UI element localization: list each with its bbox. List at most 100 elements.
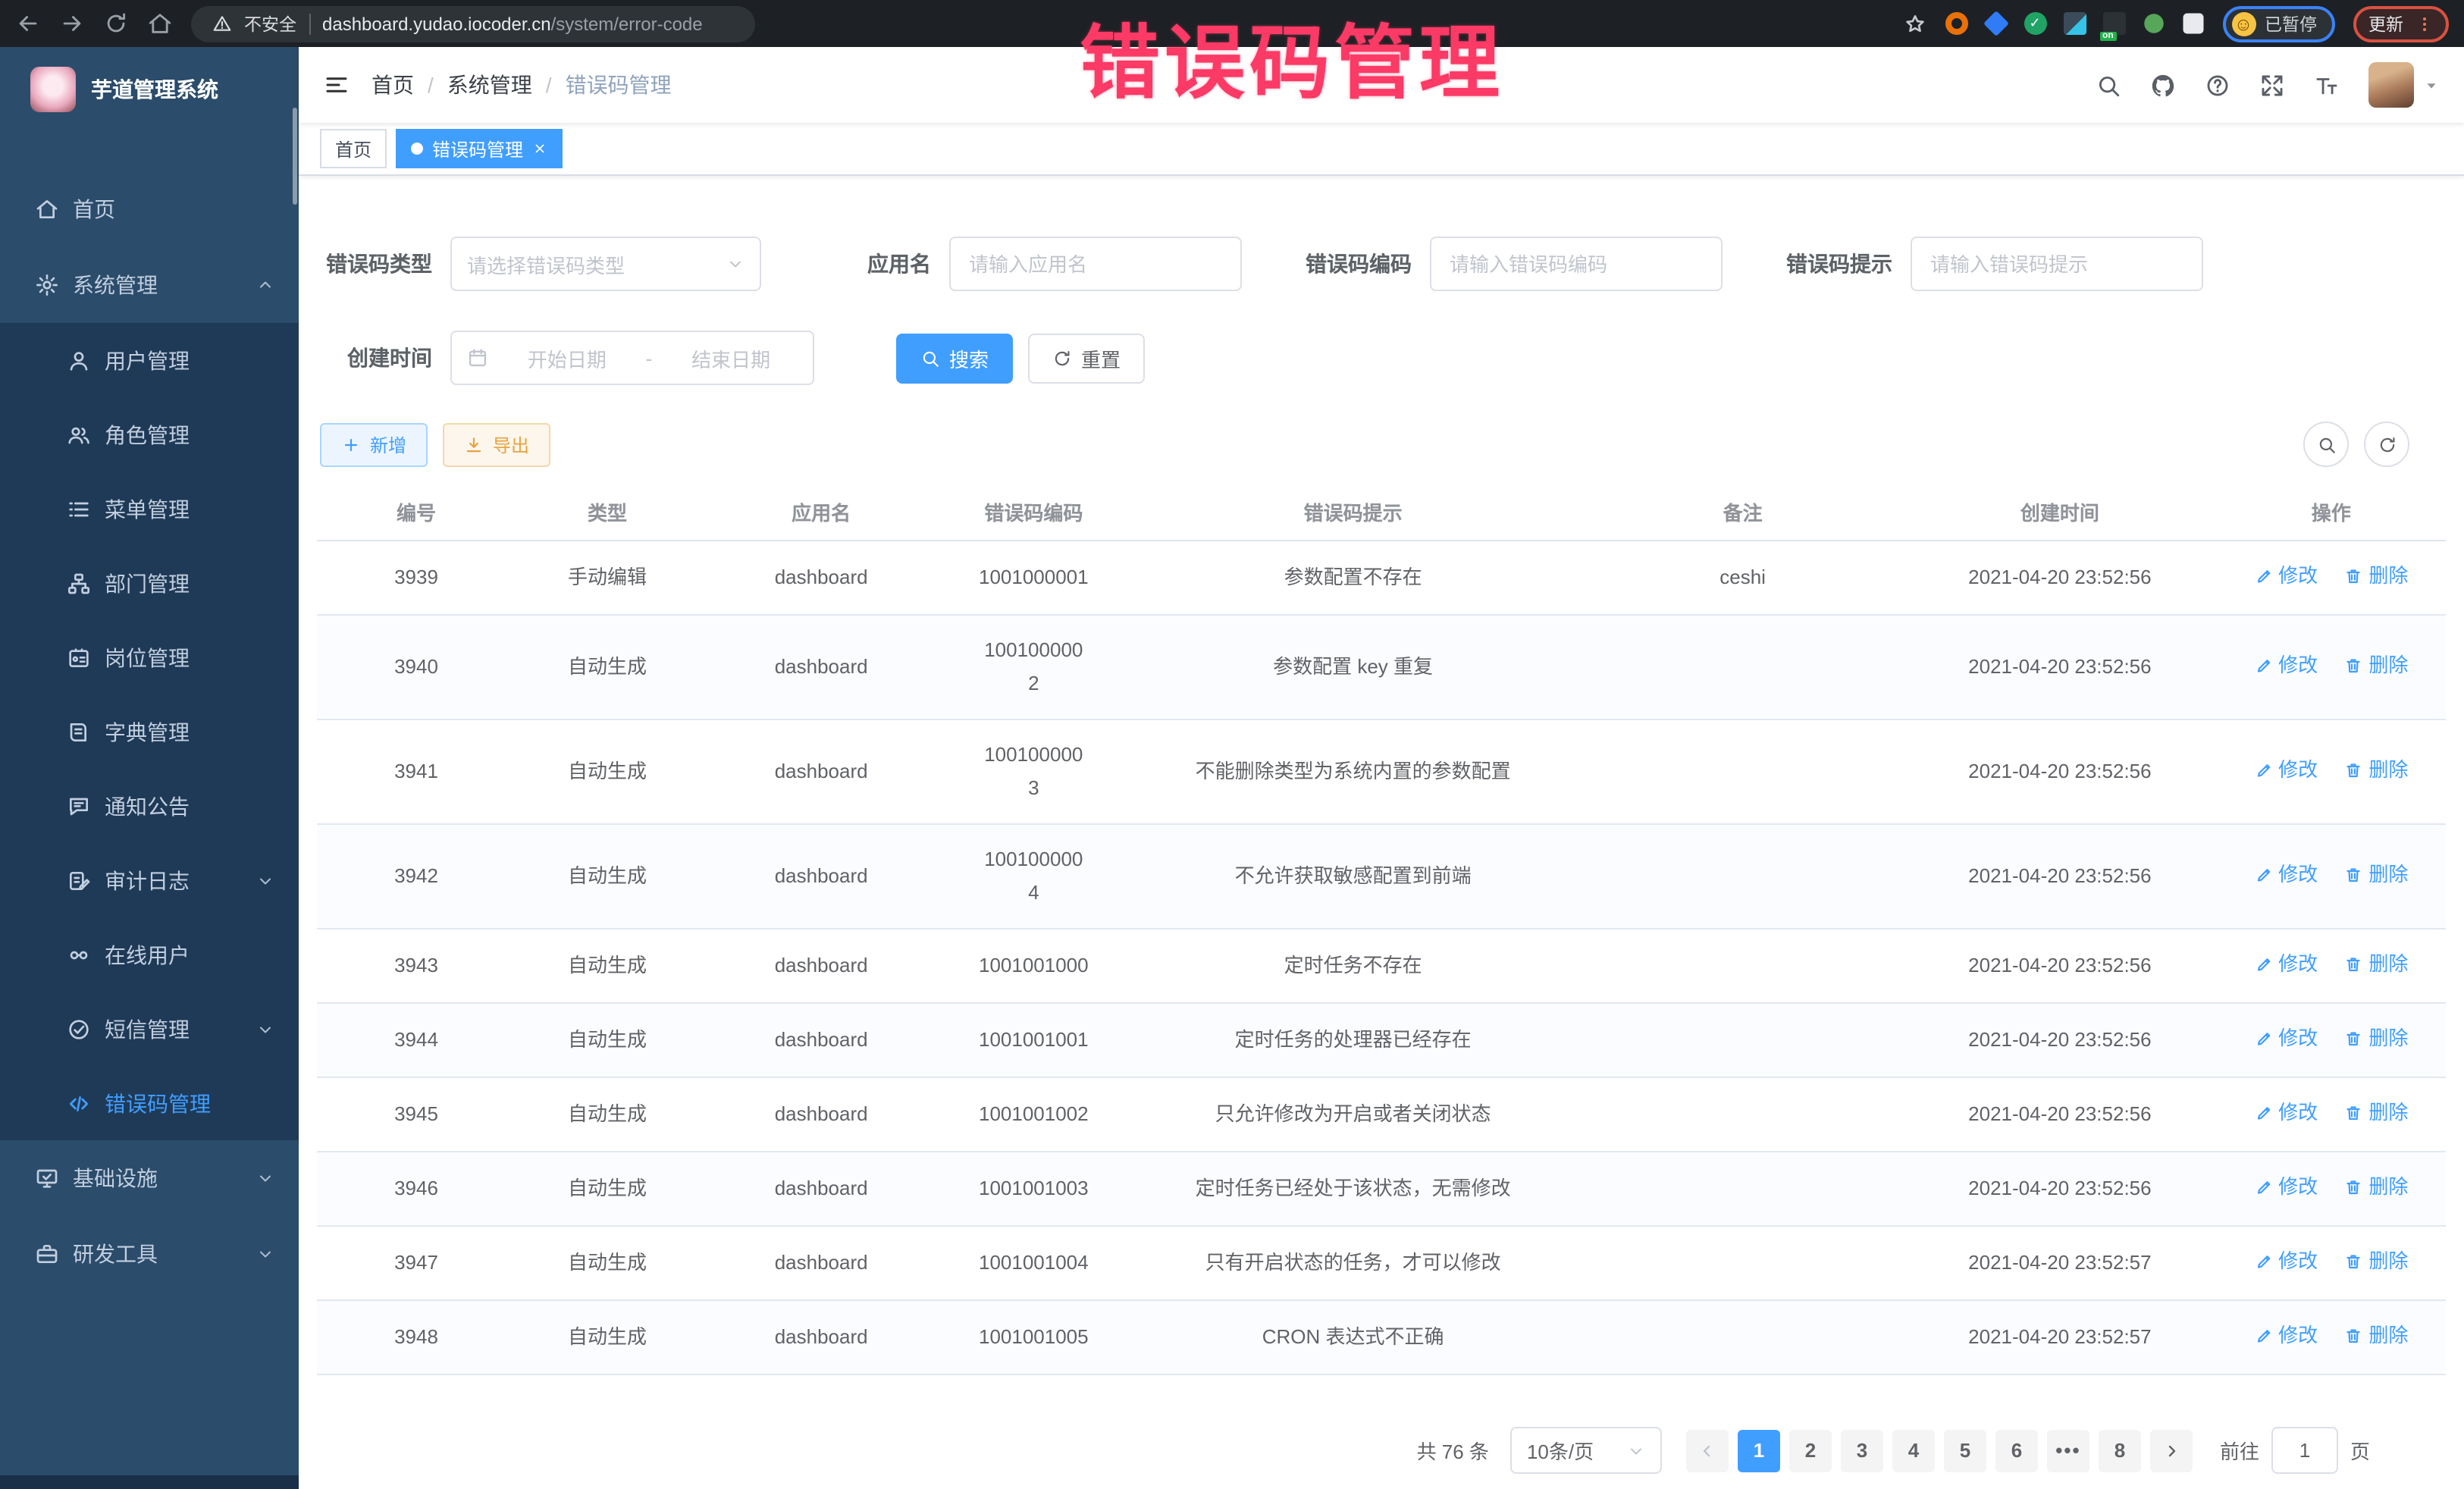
delete-link[interactable]: 删除 [2344,1022,2408,1055]
edit-link[interactable]: 修改 [2254,1319,2318,1353]
hamburger-icon[interactable] [323,71,350,99]
grid-extension-icon[interactable] [2063,12,2086,35]
browser-profile-chip[interactable]: 已暂停 [2222,5,2335,42]
puzzle-extension-icon[interactable] [2183,14,2203,34]
page-tab[interactable]: 首页 [320,129,387,168]
sidebar-item[interactable]: 部门管理 [0,546,299,620]
help-icon[interactable] [2205,72,2230,98]
column-header: 类型 [516,491,699,541]
refresh-table-button[interactable] [2364,422,2409,467]
next-page-button[interactable] [2150,1429,2193,1472]
page-number-button[interactable]: 8 [2099,1429,2141,1472]
dict-book-icon [67,719,91,744]
browser-menu-icon[interactable] [2415,14,2434,33]
edit-link[interactable]: 修改 [2254,1171,2318,1204]
browser-update-button[interactable]: 更新 [2353,5,2449,42]
sidebar-item[interactable]: 基础设施 [0,1140,299,1216]
chevron-left-icon [1698,1441,1716,1459]
edit-link[interactable]: 修改 [2254,560,2318,593]
back-icon[interactable] [15,11,41,36]
page-number-button[interactable]: 1 [1738,1429,1780,1472]
forward-icon[interactable] [59,11,85,36]
edit-link[interactable]: 修改 [2254,1245,2318,1278]
user-menu[interactable] [2368,62,2440,108]
reload-icon[interactable] [103,11,129,36]
prev-page-button[interactable] [1686,1429,1729,1472]
edit-link[interactable]: 修改 [2254,858,2318,892]
search-button[interactable]: 搜索 [896,333,1013,383]
page-number-button[interactable]: 4 [1892,1429,1935,1472]
sidebar-item[interactable]: 字典管理 [0,694,299,769]
delete-link[interactable]: 删除 [2344,649,2408,682]
page-number-button[interactable]: 5 [1944,1429,1986,1472]
page-number-button[interactable]: 3 [1841,1429,1883,1472]
filter-input[interactable] [1430,237,1723,291]
export-button[interactable]: 导出 [443,422,550,466]
sidebar-item[interactable]: 角色管理 [0,397,299,472]
date-range-picker[interactable]: 开始日期 - 结束日期 [450,331,814,385]
green-key-extension-icon[interactable] [2143,14,2163,33]
sidebar-item[interactable]: 错误码管理 [0,1066,299,1140]
sidebar-item[interactable]: 系统管理 [0,247,299,323]
home-icon[interactable] [147,11,173,36]
sidebar-item[interactable]: 研发工具 [0,1216,299,1292]
sidebar-item[interactable]: 通知公告 [0,769,299,843]
delete-link[interactable]: 删除 [2344,754,2408,787]
cell-message: 定时任务不存在 [1124,929,1582,1003]
page-number-button[interactable]: ••• [2047,1429,2089,1472]
page-number-button[interactable]: 2 [1789,1429,1832,1472]
sidebar-item[interactable]: 菜单管理 [0,472,299,546]
sidebar-item[interactable]: 审计日志 [0,843,299,917]
url-text: dashboard.yudao.iocoder.cn/system/error-… [322,13,703,34]
sidebar-item[interactable]: 短信管理 [0,992,299,1066]
edit-link[interactable]: 修改 [2254,649,2318,682]
orange-ring-extension-icon[interactable] [1945,12,1967,35]
onetab-extension-icon[interactable]: on [2102,12,2125,35]
sidebar-item[interactable]: 首页 [0,171,299,247]
edit-link[interactable]: 修改 [2254,948,2318,981]
show-search-toggle-button[interactable] [2303,422,2349,467]
page-number-button[interactable]: 6 [1995,1429,2038,1472]
start-date-placeholder[interactable]: 开始日期 [500,343,634,372]
end-date-placeholder[interactable]: 结束日期 [664,343,798,372]
edit-link[interactable]: 修改 [2254,754,2318,787]
cell-app: dashboard [699,541,944,615]
delete-link[interactable]: 删除 [2344,1171,2408,1204]
font-size-icon[interactable] [2314,72,2340,98]
breadcrumb: 首页 系统管理 错误码管理 [371,70,672,100]
green-circle-extension-icon[interactable]: ✓ [2024,12,2046,35]
blue-gem-extension-icon[interactable] [1983,11,2008,36]
sidebar-logo[interactable]: 芋道管理系统 [0,47,299,132]
sidebar-item[interactable]: 用户管理 [0,323,299,397]
page-size-select[interactable]: 10条/页 [1510,1427,1662,1474]
bookmark-star-icon[interactable] [1902,11,1926,36]
delete-link[interactable]: 删除 [2344,1096,2408,1130]
sidebar-item[interactable]: 岗位管理 [0,620,299,694]
error-type-select[interactable]: 请选择错误码类型 [450,237,761,291]
breadcrumb-item[interactable]: 首页 [371,70,447,100]
delete-link[interactable]: 删除 [2344,858,2408,892]
sidebar-item[interactable]: 在线用户 [0,917,299,992]
edit-link[interactable]: 修改 [2254,1096,2318,1130]
filter-field: 错误码编码 [1306,237,1723,291]
goto-page-input[interactable] [2271,1427,2338,1474]
add-button[interactable]: 新增 [320,422,428,466]
breadcrumb-item[interactable]: 系统管理 [447,70,566,100]
github-icon[interactable] [2150,72,2176,98]
edit-link[interactable]: 修改 [2254,1022,2318,1055]
breadcrumb-item[interactable]: 错误码管理 [566,70,672,100]
reset-button[interactable]: 重置 [1028,333,1145,383]
close-icon[interactable] [532,141,547,156]
fullscreen-icon[interactable] [2259,72,2285,98]
address-bar[interactable]: 不安全 dashboard.yudao.iocoder.cn/system/er… [191,5,755,42]
page-tab[interactable]: 错误码管理 [396,129,563,168]
delete-link[interactable]: 删除 [2344,1319,2408,1353]
filter-input[interactable] [949,237,1242,291]
search-icon[interactable] [2096,72,2121,98]
delete-link[interactable]: 删除 [2344,1245,2408,1278]
delete-link[interactable]: 删除 [2344,560,2408,593]
avatar[interactable] [2368,62,2414,108]
search-icon [920,348,940,368]
delete-link[interactable]: 删除 [2344,948,2408,981]
filter-input[interactable] [1911,237,2203,291]
